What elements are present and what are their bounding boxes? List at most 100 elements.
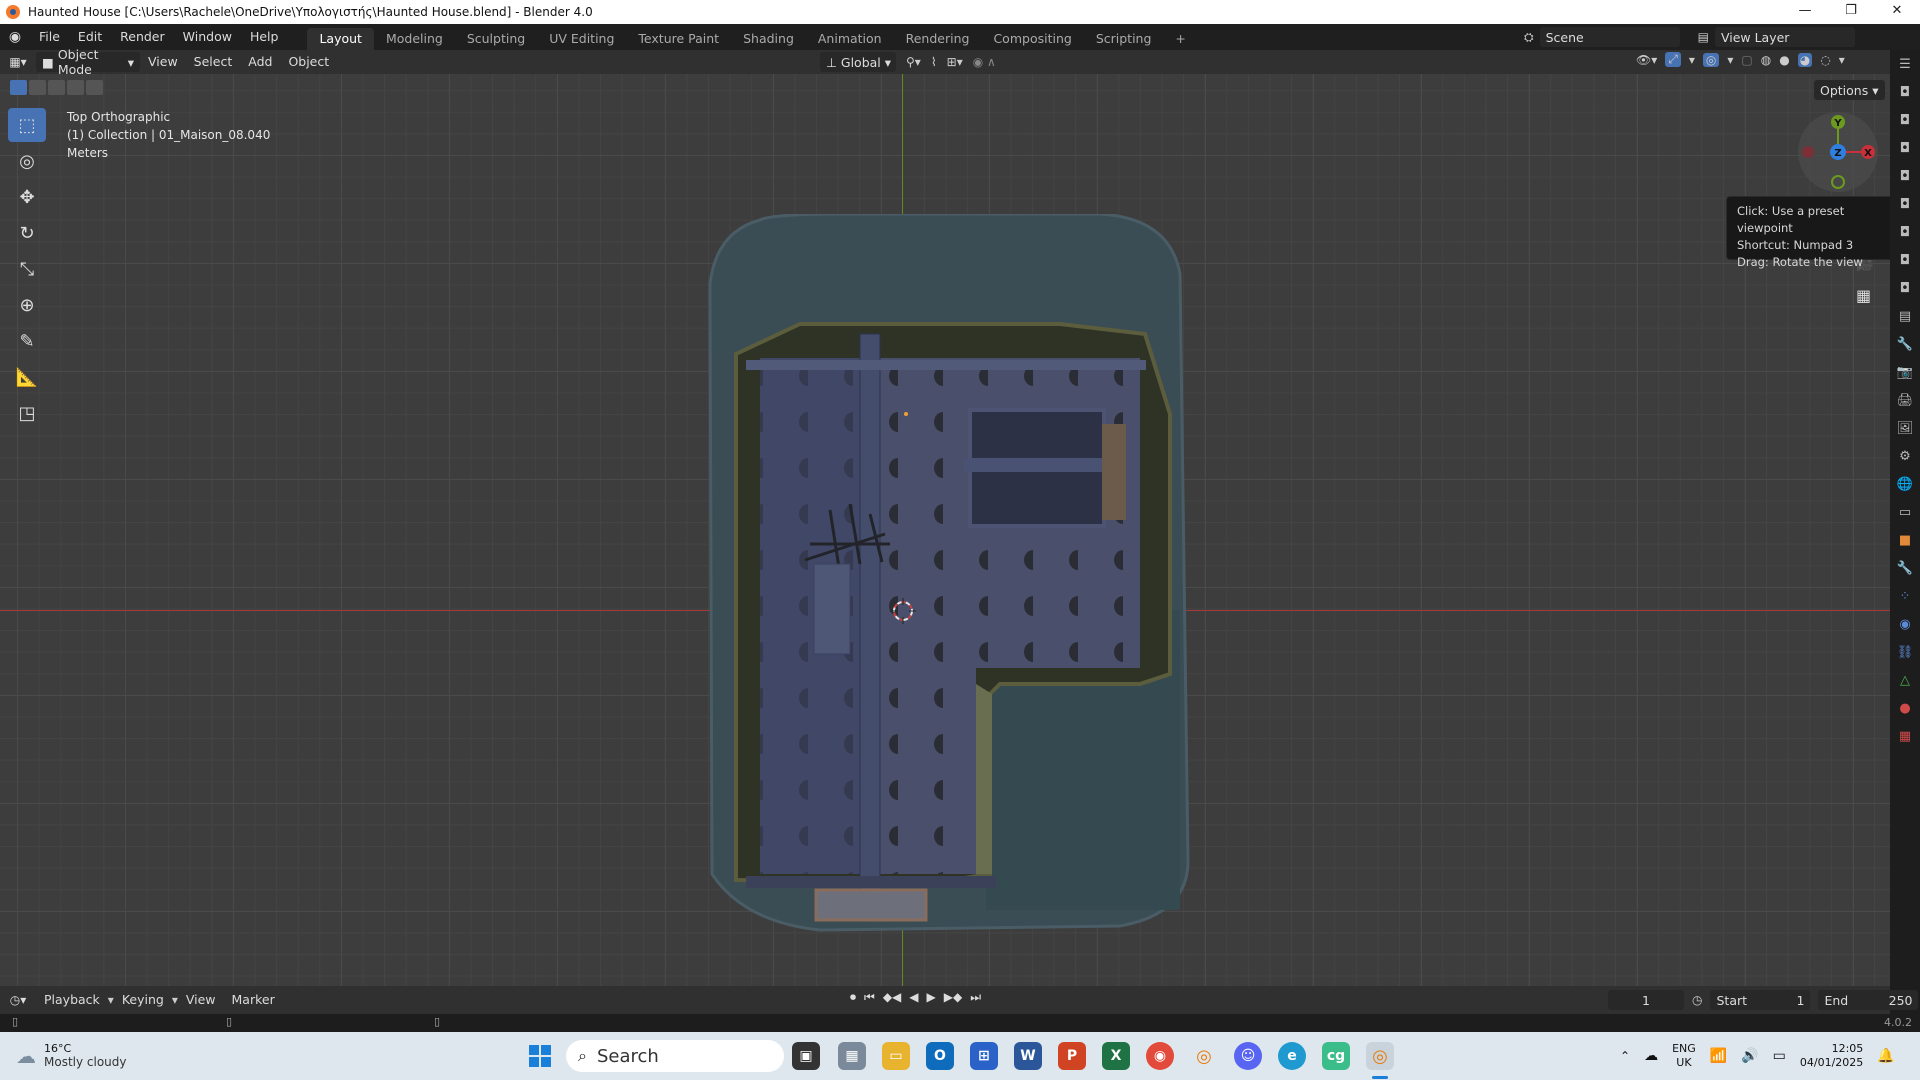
overlay-toggle-icon[interactable]: ◎ (1702, 52, 1720, 67)
edge-icon[interactable]: e (1278, 1042, 1306, 1070)
select-invert-icon[interactable] (67, 80, 84, 95)
jump-start-icon[interactable]: ⏮ (864, 990, 875, 1005)
options-dropdown[interactable]: Options ▾ (1814, 80, 1885, 100)
excel-icon[interactable]: X (1102, 1042, 1130, 1070)
end-frame-field[interactable]: End 250 (1818, 990, 1919, 1010)
tab-shading[interactable]: Shading (731, 28, 806, 50)
weather-widget[interactable]: ☁ 16°C Mostly cloudy (16, 1042, 127, 1069)
navigation-gizmo[interactable]: Y X Z (1796, 110, 1880, 194)
select-intersect-icon[interactable] (86, 80, 103, 95)
region-label[interactable]: UK (1672, 1056, 1696, 1070)
object-properties-icon[interactable]: ■ (1890, 526, 1920, 554)
tab-animation[interactable]: Animation (806, 28, 894, 50)
outliner-icon[interactable]: ☰ (1890, 50, 1920, 78)
tab-layout[interactable]: Layout (307, 28, 374, 50)
transform-orientation-selector[interactable]: ⊥ Global ▾ (820, 52, 896, 72)
wifi-icon[interactable]: 📶 (1710, 1048, 1727, 1064)
xray-icon[interactable]: ▢ (1741, 53, 1752, 67)
pivot-icon[interactable]: ⚲▾ (906, 55, 921, 69)
file-explorer-icon[interactable]: ▭ (882, 1042, 910, 1070)
taskbar-search[interactable]: ⌕ Search (566, 1040, 784, 1072)
wireframe-shading-icon[interactable]: ◍ (1761, 53, 1771, 67)
measure-tool-icon[interactable]: 📐 (8, 360, 46, 394)
show-hidden-icons-icon[interactable]: ⌃ (1620, 1049, 1630, 1063)
header-menu-view[interactable]: View (140, 50, 186, 74)
material-properties-icon[interactable]: ● (1890, 694, 1920, 722)
scene-icon[interactable]: ⛭ (1524, 30, 1534, 45)
editor-type-icon[interactable]: ▦▾ (0, 55, 36, 69)
gallery-app-icon[interactable]: ▦ (838, 1042, 866, 1070)
header-menu-add[interactable]: Add (240, 50, 280, 74)
language-label[interactable]: ENG (1672, 1042, 1696, 1056)
view-layer-properties-icon[interactable]: 🖼 (1890, 414, 1920, 442)
menu-help[interactable]: Help (241, 24, 288, 50)
texture-properties-icon[interactable]: ▦ (1890, 722, 1920, 750)
tab-compositing[interactable]: Compositing (981, 28, 1083, 50)
properties-editor-icon[interactable]: ▤ (1890, 302, 1920, 330)
clock-date[interactable]: 04/01/2025 (1800, 1056, 1863, 1070)
tab-sculpting[interactable]: Sculpting (455, 28, 537, 50)
proportional-edit-icon[interactable]: ◉ ∧ (973, 55, 996, 69)
timeline-menu-marker[interactable]: Marker (224, 988, 283, 1012)
play-icon[interactable]: ▶ (927, 990, 936, 1005)
tab-uv-editing[interactable]: UV Editing (537, 28, 626, 50)
timeline-menu-view[interactable]: View (178, 988, 224, 1012)
select-new-icon[interactable] (10, 80, 27, 95)
collection-properties-icon[interactable]: ▭ (1890, 498, 1920, 526)
3d-viewport[interactable]: Top Orthographic (1) Collection | 01_Mai… (0, 74, 1890, 986)
camera-visibility-icon[interactable]: ◘ (1890, 134, 1920, 162)
select-subtract-icon[interactable] (48, 80, 65, 95)
tool-properties-icon[interactable]: 🔧 (1890, 330, 1920, 358)
preview-range-icon[interactable]: ◷ (1692, 993, 1702, 1007)
data-properties-icon[interactable]: △ (1890, 666, 1920, 694)
play-reverse-icon[interactable]: ◀ (909, 990, 918, 1005)
constraint-properties-icon[interactable]: ⛓ (1890, 638, 1920, 666)
camera-visibility-icon[interactable]: ◘ (1890, 218, 1920, 246)
notifications-icon[interactable]: 🔔 (1877, 1048, 1894, 1064)
move-tool-icon[interactable]: ✥ (8, 180, 46, 214)
tab-texture-paint[interactable]: Texture Paint (626, 28, 731, 50)
rotate-tool-icon[interactable]: ↻ (8, 216, 46, 250)
header-menu-select[interactable]: Select (186, 50, 241, 74)
header-menu-object[interactable]: Object (280, 50, 337, 74)
blender-active-icon[interactable]: ◎ (1366, 1042, 1394, 1070)
onedrive-icon[interactable]: ☁ (1644, 1048, 1658, 1064)
task-view-icon[interactable]: ▣ (792, 1042, 820, 1070)
visibility-icon[interactable]: 👁▾ (1636, 53, 1657, 67)
annotate-tool-icon[interactable]: ✎ (8, 324, 46, 358)
3d-cursor-icon[interactable] (888, 596, 918, 626)
camera-visibility-icon[interactable]: ◘ (1890, 274, 1920, 302)
gizmo-toggle-icon[interactable]: ⤢ (1665, 52, 1681, 67)
modifier-properties-icon[interactable]: 🔧 (1890, 554, 1920, 582)
physics-properties-icon[interactable]: ◉ (1890, 610, 1920, 638)
haunted-house-model[interactable] (700, 214, 1200, 984)
scene-selector[interactable]: Scene (1539, 27, 1680, 47)
snap-increment-icon[interactable]: ⊞▾ (947, 55, 963, 69)
rendered-shading-icon[interactable]: ◌ (1820, 53, 1830, 67)
timeline-editor-icon[interactable]: ◷▾ (0, 993, 36, 1007)
camera-visibility-icon[interactable]: ◘ (1890, 190, 1920, 218)
scale-tool-icon[interactable]: ⤡ (8, 252, 46, 286)
timeline-menu-keying[interactable]: Keying (114, 988, 172, 1012)
volume-icon[interactable]: 🔊 (1741, 1048, 1758, 1064)
prev-keyframe-icon[interactable]: ◆◀ (883, 990, 901, 1005)
discord-icon[interactable]: ☺ (1234, 1042, 1262, 1070)
camera-visibility-icon[interactable]: ◘ (1890, 78, 1920, 106)
cgtrader-icon[interactable]: cg (1322, 1042, 1350, 1070)
battery-icon[interactable]: ▭ (1773, 1048, 1786, 1064)
close-button[interactable]: ✕ (1874, 0, 1920, 24)
cursor-tool-icon[interactable]: ◎ (8, 144, 46, 178)
select-box-tool-icon[interactable]: ⬚ (8, 108, 46, 142)
next-keyframe-icon[interactable]: ▶◆ (944, 990, 962, 1005)
view-layer-selector[interactable]: View Layer (1714, 27, 1855, 47)
transform-tool-icon[interactable]: ⊕ (8, 288, 46, 322)
maximize-button[interactable]: ❐ (1828, 0, 1874, 24)
clock-time[interactable]: 12:05 (1800, 1042, 1864, 1056)
powerpoint-icon[interactable]: P (1058, 1042, 1086, 1070)
output-properties-icon[interactable]: 🖨 (1890, 386, 1920, 414)
add-workspace-button[interactable]: + (1163, 28, 1197, 50)
tab-scripting[interactable]: Scripting (1084, 28, 1164, 50)
jump-end-icon[interactable]: ⏭ (970, 990, 981, 1005)
world-properties-icon[interactable]: 🌐 (1890, 470, 1920, 498)
snap-icon[interactable]: ⌇ (931, 55, 937, 69)
